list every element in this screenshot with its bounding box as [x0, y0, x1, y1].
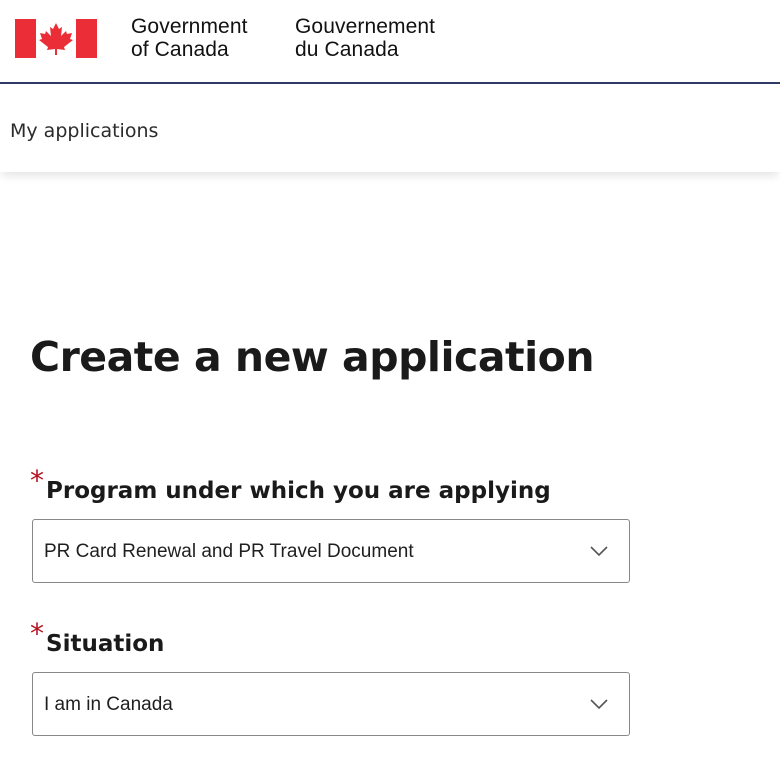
signature-en-line2: of Canada [131, 38, 229, 61]
my-applications-link[interactable]: My applications [10, 120, 158, 142]
required-marker: * [30, 464, 44, 497]
program-select-value: PR Card Renewal and PR Travel Document [44, 541, 414, 562]
program-label-text: Program under which you are applying [46, 478, 551, 504]
signature-fr-line2: du Canada [295, 38, 399, 61]
program-select[interactable]: PR Card Renewal and PR Travel Document [32, 519, 630, 583]
program-field-label: *Program under which you are applying [30, 464, 551, 505]
situation-label-text: Situation [46, 631, 165, 657]
government-signature-en[interactable]: Government of Canada [131, 15, 248, 61]
chevron-down-icon [590, 699, 608, 710]
required-marker: * [30, 617, 44, 650]
signature-fr-line1: Gouvernement [295, 15, 436, 38]
secondary-nav: My applications [0, 84, 780, 172]
signature-en-line1: Government [131, 15, 248, 38]
canada-flag-icon [15, 19, 97, 58]
situation-select-value: I am in Canada [44, 694, 173, 715]
situation-select[interactable]: I am in Canada [32, 672, 630, 736]
government-signature-fr[interactable]: Gouvernement du Canada [295, 15, 435, 61]
site-header: Government of Canada Gouvernement du Can… [0, 0, 780, 84]
page-title: Create a new application [30, 333, 595, 381]
situation-field-label: *Situation [30, 617, 165, 658]
chevron-down-icon [590, 546, 608, 557]
